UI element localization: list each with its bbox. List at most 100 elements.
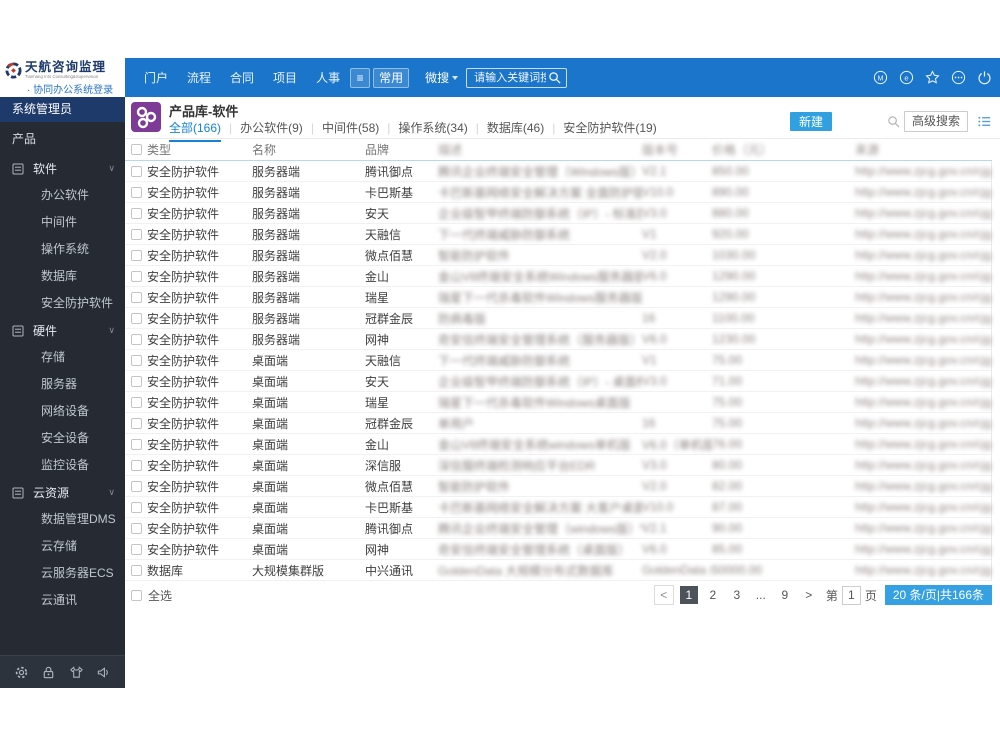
row-checkbox[interactable] [131,417,142,429]
row-checkbox[interactable] [131,396,142,408]
tab-安全防护软件(19)[interactable]: 安全防护软件(19) [563,119,656,141]
topnav-item-项目[interactable]: 项目 [273,69,297,86]
page-size-badge[interactable]: 20 条/页|共166条 [884,585,992,605]
page-button-3[interactable]: 3 [728,586,746,604]
page-button-9[interactable]: 9 [776,586,794,604]
table-row[interactable]: 安全防护软件 服务器端 天融信 下一代终端威胁防御系统 V1 920.00 http://w… [125,224,991,245]
page-button-1[interactable]: 1 [679,586,698,604]
theme-icon[interactable] [69,665,84,680]
sidebar-item-安全设备[interactable]: 安全设备 [0,425,125,452]
row-checkbox[interactable] [131,480,142,492]
advanced-search-button[interactable]: 高级搜索 [903,111,968,132]
table-row[interactable]: 安全防护软件 服务器端 安天 企业级智甲终端防御系统（IP）- 标准版 V3.0 880.… [125,203,991,224]
next-page-button[interactable]: > [800,586,818,604]
sidebar-item-操作系统[interactable]: 操作系统 [0,236,125,263]
tab-全部(166)[interactable]: 全部(166) [169,119,222,142]
header-checkbox[interactable] [131,144,142,155]
row-checkbox[interactable] [131,270,142,282]
row-checkbox[interactable] [131,522,142,534]
page-jump-input[interactable]: 1 [841,585,861,605]
more-icon[interactable] [951,70,966,85]
new-button[interactable]: 新建 [789,112,832,131]
topnav-item-门户[interactable]: 门户 [144,69,168,86]
row-checkbox[interactable] [131,228,142,240]
row-checkbox[interactable] [131,249,142,261]
table-row[interactable]: 安全防护软件 服务器端 微点佰慧 智能防护软件 V2.0 1030.00 http://ww… [125,245,991,266]
topnav-item-pinned[interactable]: 常用 [373,67,410,88]
settings-icon[interactable] [14,665,29,680]
sidebar-section-云资源[interactable]: 云资源 ∨ [0,479,125,506]
table-row[interactable]: 安全防护软件 桌面端 卡巴斯基 卡巴斯基网络安全解决方案 大客户桌面版（KES）- K… [125,497,991,518]
sidebar-item-安全防护软件[interactable]: 安全防护软件 [0,290,125,317]
row-checkbox[interactable] [131,333,142,345]
row-checkbox[interactable] [131,501,142,513]
sidebar-item-云存储[interactable]: 云存储 [0,533,125,560]
m-badge-icon[interactable]: M [873,70,888,85]
topnav-item-人事[interactable]: 人事 [316,69,340,86]
product-search-input[interactable] [837,112,887,131]
table-row[interactable]: 安全防护软件 桌面端 腾讯御点 腾讯企业终端安全管理（windows版）V2.1V2.… [125,518,991,539]
list-view-icon[interactable] [977,114,992,129]
global-search-input[interactable] [472,70,549,85]
star-icon[interactable] [925,70,940,85]
table-row[interactable]: 数据库 大规模集群版 中兴通讯 GoldenData 大规模分布式数据库 GoldenD… [125,560,991,581]
lock-icon[interactable] [41,665,56,680]
table-row[interactable]: 安全防护软件 服务器端 卡巴斯基 卡巴斯基网络安全解决方案 全面防护版 已停...V1… [125,182,991,203]
sidebar-item-数据管理DMS[interactable]: 数据管理DMS [0,506,125,533]
table-row[interactable]: 安全防护软件 桌面端 金山 金山V8终端安全系统windows单机版 V6.0（单机版）… [125,434,991,455]
row-checkbox[interactable] [131,291,142,303]
row-checkbox[interactable] [131,207,142,219]
hamburger-menu-icon[interactable]: ≡ [350,67,371,88]
row-checkbox[interactable] [131,543,142,555]
table-row[interactable]: 安全防护软件 服务器端 冠群金辰 防病毒版 16 1100.00 http://www.zj… [125,308,991,329]
table-row[interactable]: 安全防护软件 桌面端 瑞星 瑞星下一代杀毒软件Windows桌面版 75.00 http:… [125,392,991,413]
select-all[interactable]: 全选 [131,587,172,604]
oa-login-link[interactable]: · 协同办公系统登录 [27,85,120,97]
table-row[interactable]: 安全防护软件 服务器端 腾讯御点 腾讯企业终端安全管理（Windows版） V2.1 85… [125,161,991,182]
sidebar-item-服务器[interactable]: 服务器 [0,371,125,398]
power-icon[interactable] [977,70,992,85]
page-button-2[interactable]: 2 [704,586,722,604]
sound-icon[interactable] [96,665,111,680]
table-row[interactable]: 安全防护软件 桌面端 网神 奇安信终端安全管理系统（桌面版） V6.0 85.00 http… [125,539,991,560]
row-checkbox[interactable] [131,354,142,366]
sidebar-item-云服务器ECS[interactable]: 云服务器ECS [0,560,125,587]
table-row[interactable]: 安全防护软件 桌面端 微点佰慧 智能防护软件 V2.0 82.00 http://www.z… [125,476,991,497]
sidebar-item-中间件[interactable]: 中间件 [0,209,125,236]
table-row[interactable]: 安全防护软件 桌面端 深信服 深信服终端检测响应平台EDR V3.0 80.00 http:… [125,455,991,476]
row-checkbox[interactable] [131,186,142,198]
table-row[interactable]: 安全防护软件 桌面端 冠群金辰 单用户 16 75.00 http://www.zjcg.g… [125,413,991,434]
search-icon[interactable] [887,115,900,128]
sidebar-item-云通讯[interactable]: 云通讯 [0,587,125,614]
sidebar-item-监控设备[interactable]: 监控设备 [0,452,125,479]
topnav-item-流程[interactable]: 流程 [187,69,211,86]
tab-操作系统(34)[interactable]: 操作系统(34) [398,119,467,141]
topnav-item-合同[interactable]: 合同 [230,69,254,86]
sidebar-section-软件[interactable]: 软件 ∨ [0,155,125,182]
row-checkbox[interactable] [131,564,142,576]
table-row[interactable]: 安全防护软件 服务器端 金山 金山V8终端安全系统Windows服务器版 V6.0 129… [125,266,991,287]
message-icon[interactable]: e [899,70,914,85]
prev-page-button[interactable]: < [653,585,674,605]
sidebar-item-数据库[interactable]: 数据库 [0,263,125,290]
table-row[interactable]: 安全防护软件 服务器端 瑞星 瑞星下一代杀毒软件Windows服务器版 1290.00 h… [125,287,991,308]
sidebar-section-硬件[interactable]: 硬件 ∨ [0,317,125,344]
row-checkbox[interactable] [131,438,142,450]
tab-数据库(46)[interactable]: 数据库(46) [487,119,544,141]
tab-中间件(58)[interactable]: 中间件(58) [322,119,379,141]
sidebar-item-存储[interactable]: 存储 [0,344,125,371]
sidebar-item-网络设备[interactable]: 网络设备 [0,398,125,425]
select-all-checkbox[interactable] [131,589,142,601]
wesearch-dropdown[interactable]: 微搜 [425,69,459,86]
search-icon[interactable] [548,71,561,84]
row-checkbox[interactable] [131,459,142,471]
table-row[interactable]: 安全防护软件 服务器端 网神 奇安信终端安全管理系统（服务器版） V6.0 1230.00… [125,329,991,350]
row-checkbox[interactable] [131,312,142,324]
sidebar-category-product[interactable]: 产品 [0,122,125,155]
sidebar-item-办公软件[interactable]: 办公软件 [0,182,125,209]
table-row[interactable]: 安全防护软件 桌面端 天融信 下一代终端威胁防御系统 V1 75.00 http://www… [125,350,991,371]
table-row[interactable]: 安全防护软件 桌面端 安天 企业级智甲终端防御系统（IP）- 桌面标准版V3.0 71.… [125,371,991,392]
row-checkbox[interactable] [131,375,142,387]
row-checkbox[interactable] [131,165,142,177]
tab-办公软件(9)[interactable]: 办公软件(9) [240,119,303,141]
